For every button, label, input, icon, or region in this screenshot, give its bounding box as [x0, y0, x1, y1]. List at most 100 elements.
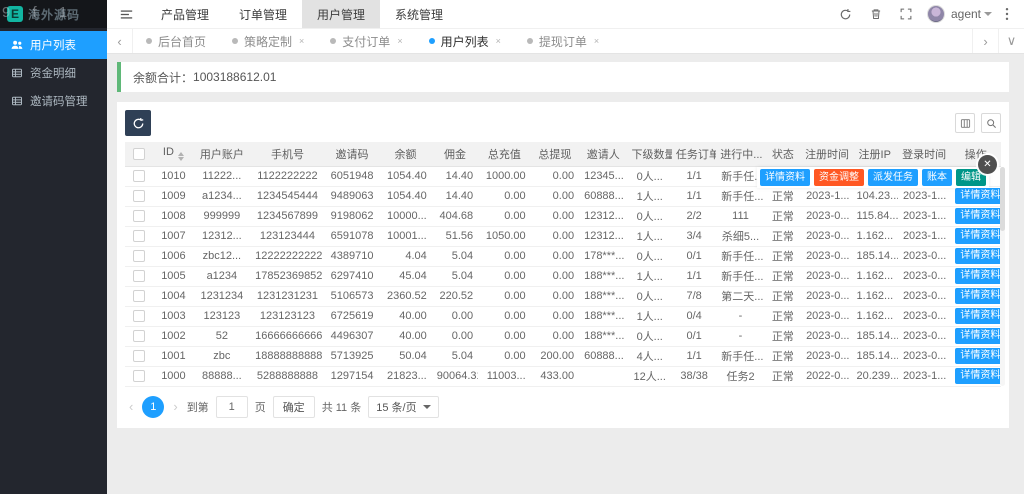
sidebar-menu: 用户列表 资金明细 邀请码管理 — [0, 28, 107, 115]
cell-进行中...: 杀细5... — [716, 226, 765, 247]
row-checkbox-cell — [125, 266, 154, 287]
search-icon[interactable] — [981, 113, 1001, 133]
cell-注册时间: 2023-0... — [801, 226, 852, 247]
row-checkbox[interactable] — [133, 210, 146, 222]
row-checkbox[interactable] — [133, 350, 146, 362]
cell-注册时间: 2023-0... — [801, 266, 852, 287]
ledger-button[interactable]: 账本 — [922, 169, 952, 186]
more-vertical-icon[interactable] — [996, 0, 1018, 28]
nav-item-product[interactable]: 产品管理 — [146, 0, 224, 28]
user-avatar[interactable] — [926, 5, 945, 23]
sidebar-item-fund-detail[interactable]: 资金明细 — [0, 59, 107, 87]
row-checkbox-cell — [125, 206, 154, 227]
tab-strategy[interactable]: 策略定制 × — [219, 29, 317, 53]
row-checkbox[interactable] — [133, 170, 146, 182]
page-number-input[interactable] — [215, 395, 248, 418]
menu-collapse-icon[interactable] — [107, 0, 146, 28]
detail-button[interactable]: 详情资料 — [955, 248, 1001, 264]
row-checkbox[interactable] — [133, 330, 146, 342]
filter-columns-icon[interactable] — [955, 113, 975, 133]
header-actions: agent — [830, 0, 1024, 28]
row-checkbox[interactable] — [133, 230, 146, 242]
fullscreen-icon[interactable] — [891, 0, 921, 28]
table-row: 1009 a1234... 1234545444 9489063 1054.40 14.4… — [125, 186, 1001, 207]
nav-item-user[interactable]: 用户管理 — [302, 0, 381, 28]
tab-withdraw-orders[interactable]: 提现订单 × — [514, 29, 612, 53]
select-all-checkbox[interactable] — [133, 147, 146, 160]
table-toolbar — [125, 110, 1001, 136]
tabs-menu-icon[interactable]: ∨ — [998, 29, 1024, 53]
column-header-label: ID — [162, 146, 174, 159]
table-row: 1003 123123 123123123 6725619 40.00 0.00 0.00 0… — [125, 306, 1001, 327]
scrollbar-thumb[interactable] — [1000, 167, 1005, 231]
tab-user-list[interactable]: 用户列表 × — [416, 29, 514, 53]
tabs-scroll-left-icon[interactable]: ‹ — [107, 29, 133, 53]
sidebar-item-user-list[interactable]: 用户列表 — [0, 31, 107, 59]
cell-用户账户: 1231234 — [193, 286, 251, 307]
detail-button[interactable]: 详情资料 — [760, 169, 810, 186]
detail-button[interactable]: 详情资料 — [955, 208, 1001, 224]
sort-icon[interactable] — [177, 152, 184, 162]
detail-button[interactable]: 详情资料 — [955, 268, 1001, 284]
cell-状态: 正常 — [764, 266, 802, 287]
close-actions-icon[interactable]: ✕ — [978, 155, 997, 174]
per-page-select[interactable]: 15 条/页 — [368, 395, 439, 418]
row-checkbox[interactable] — [133, 310, 146, 322]
detail-button[interactable]: 详情资料 — [955, 228, 1001, 244]
cell-下级数量: 0人... — [627, 286, 672, 307]
detail-button[interactable]: 详情资料 — [955, 288, 1001, 304]
column-header-label: 用户账户 — [199, 148, 244, 161]
tabs-scroll-right-icon[interactable]: › — [972, 29, 998, 53]
cell-进行中...: 新手任... — [716, 266, 765, 287]
cell-佣金: 220.52 — [431, 286, 479, 307]
row-checkbox[interactable] — [133, 270, 146, 282]
detail-button[interactable]: 详情资料 — [955, 368, 1001, 384]
confirm-page-button[interactable]: 确定 — [272, 395, 315, 418]
refresh-icon[interactable] — [830, 0, 861, 28]
refresh-table-button[interactable] — [125, 110, 151, 136]
row-checkbox[interactable] — [133, 190, 146, 202]
fund-adjust-button[interactable]: 资金调整 — [814, 169, 864, 186]
users-icon — [11, 39, 23, 51]
table-scrollbar[interactable] — [1000, 167, 1005, 386]
dispatch-task-button[interactable]: 派发任务 — [868, 169, 918, 186]
cell-总提现: 0.00 — [530, 206, 580, 227]
cell-余额: 21823... — [379, 366, 432, 387]
current-page-button[interactable]: 1 — [142, 395, 165, 418]
next-page-icon[interactable]: › — [171, 399, 179, 414]
row-checkbox[interactable] — [133, 370, 146, 382]
row-actions-cell: 详情资料.. — [950, 266, 1001, 287]
cell-用户账户: a1234... — [193, 186, 251, 207]
username-label[interactable]: agent — [951, 7, 981, 21]
row-checkbox[interactable] — [133, 250, 146, 262]
prev-page-icon[interactable]: ‹ — [127, 399, 135, 414]
cell-用户账户: 999999 — [193, 206, 251, 227]
tab-close-icon[interactable]: × — [496, 36, 501, 46]
nav-item-order[interactable]: 订单管理 — [224, 0, 302, 28]
cell-总提现: 433.00 — [530, 366, 580, 387]
detail-button[interactable]: 详情资料 — [955, 328, 1001, 344]
cell-注册时间: 2023-0... — [801, 346, 852, 367]
trash-icon[interactable] — [861, 0, 891, 28]
detail-button[interactable]: 详情资料 — [955, 348, 1001, 364]
cell-下级数量: 1人... — [627, 266, 672, 287]
sidebar-item-invite-code[interactable]: 邀请码管理 — [0, 87, 107, 115]
cell-邀请人: 60888... — [579, 346, 628, 367]
tab-dashboard[interactable]: 后台首页 — [133, 29, 219, 53]
row-checkbox-cell — [125, 166, 154, 187]
detail-button[interactable]: 详情资料 — [955, 188, 1001, 204]
tab-pay-orders[interactable]: 支付订单 × — [317, 29, 415, 53]
cell-余额: 1054.40 — [379, 186, 432, 207]
tab-dot — [232, 38, 239, 44]
cell-登录时间: 2023-1... — [897, 226, 951, 247]
detail-button[interactable]: 详情资料 — [955, 308, 1001, 324]
table-tools — [949, 113, 1001, 133]
tab-close-icon[interactable]: × — [397, 36, 402, 46]
logo: E 海外源码 9 f 1 — [0, 0, 107, 28]
row-checkbox[interactable] — [133, 290, 146, 302]
tab-close-icon[interactable]: × — [299, 36, 304, 46]
tab-close-icon[interactable]: × — [594, 36, 599, 46]
row-actions-cell: 详情资料.. — [950, 366, 1001, 387]
row-checkbox-cell — [125, 286, 154, 307]
nav-item-system[interactable]: 系统管理 — [380, 0, 458, 28]
